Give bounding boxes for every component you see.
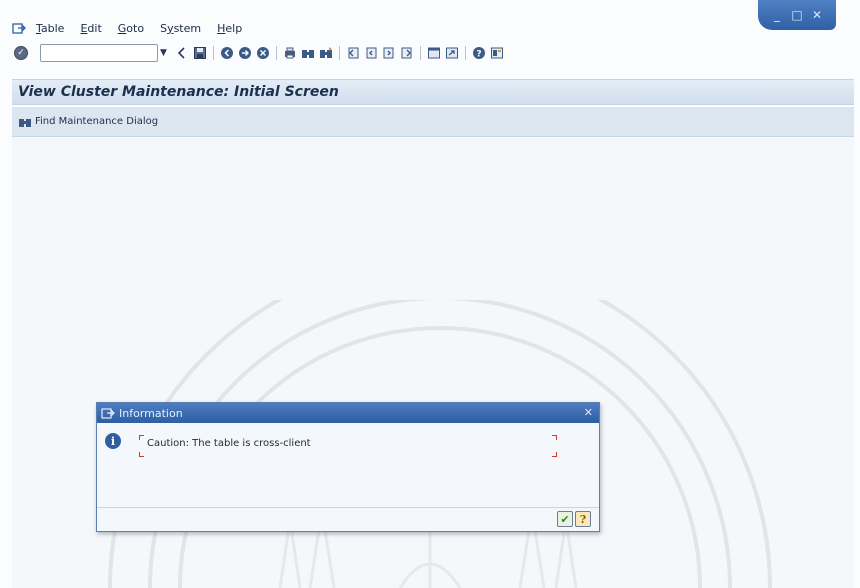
info-icon: i [105, 433, 121, 449]
exit-icon[interactable] [238, 46, 252, 60]
application-toolbar: Find Maintenance Dialog [12, 107, 854, 137]
find-maintenance-dialog-button[interactable]: Find Maintenance Dialog [35, 116, 158, 127]
print-icon[interactable] [283, 46, 297, 60]
toolbar-separator [275, 46, 277, 60]
back-green-icon[interactable] [220, 46, 234, 60]
menu-item-edit[interactable]: Edit [80, 22, 101, 35]
dialog-message: Caution: The table is cross-client [147, 438, 311, 449]
binoculars-icon[interactable] [18, 115, 32, 129]
confirm-button[interactable]: ✔ [557, 511, 573, 527]
previous-page-icon[interactable] [364, 46, 378, 60]
window-controls: _ □ ✕ [758, 0, 836, 30]
menu-exit-icon[interactable] [12, 22, 26, 34]
shortcut-icon[interactable] [445, 46, 459, 60]
dialog-title-bar[interactable]: Information ✕ [97, 403, 599, 423]
dialog-divider [97, 507, 599, 508]
command-field[interactable] [40, 44, 158, 62]
sap-gui-window: _ □ ✕ Table Edit Goto System Help ✓ ▼ ? … [0, 0, 860, 588]
screen-title-bar: View Cluster Maintenance: Initial Screen [12, 79, 854, 105]
toolbar-separator [419, 46, 421, 60]
next-page-icon[interactable] [382, 46, 396, 60]
help-button[interactable]: ? [575, 511, 591, 527]
dialog-title: Information [119, 406, 183, 420]
back-icon[interactable] [175, 46, 189, 60]
dialog-body: i Caution: The table is cross-client ✔ ? [97, 423, 599, 533]
help-icon[interactable]: ? [472, 46, 486, 60]
menu-item-system[interactable]: System [160, 22, 201, 35]
cancel-icon[interactable] [256, 46, 270, 60]
menu-item-table[interactable]: Table [36, 22, 64, 35]
menu-bar: Table Edit Goto System Help [12, 19, 258, 37]
message-frame: Caution: The table is cross-client [139, 435, 557, 457]
command-field-dropdown-icon[interactable]: ▼ [160, 48, 167, 58]
menu-item-help[interactable]: Help [217, 22, 242, 35]
dialog-window-icon [101, 408, 115, 419]
minimize-icon[interactable]: _ [771, 8, 783, 22]
save-icon[interactable] [193, 46, 207, 60]
toolbar-separator [464, 46, 466, 60]
information-dialog: Information ✕ i Caution: The table is cr… [96, 402, 600, 532]
find-icon[interactable] [301, 46, 315, 60]
find-next-icon[interactable] [319, 46, 333, 60]
maximize-icon[interactable]: □ [791, 8, 803, 22]
first-page-icon[interactable] [346, 46, 360, 60]
menu-item-goto[interactable]: Goto [118, 22, 144, 35]
close-icon[interactable]: ✕ [584, 406, 593, 419]
create-session-icon[interactable] [427, 46, 441, 60]
layout-icon[interactable] [490, 46, 504, 60]
page-title: View Cluster Maintenance: Initial Screen [18, 84, 339, 100]
toolbar-separator [338, 46, 340, 60]
last-page-icon[interactable] [400, 46, 414, 60]
dialog-buttons: ✔ ? [557, 511, 591, 527]
close-window-icon[interactable]: ✕ [811, 8, 823, 22]
enter-icon[interactable]: ✓ [14, 46, 28, 60]
standard-toolbar: ✓ ▼ ? [14, 42, 508, 64]
toolbar-separator [212, 46, 214, 60]
svg-text:?: ? [476, 50, 481, 60]
